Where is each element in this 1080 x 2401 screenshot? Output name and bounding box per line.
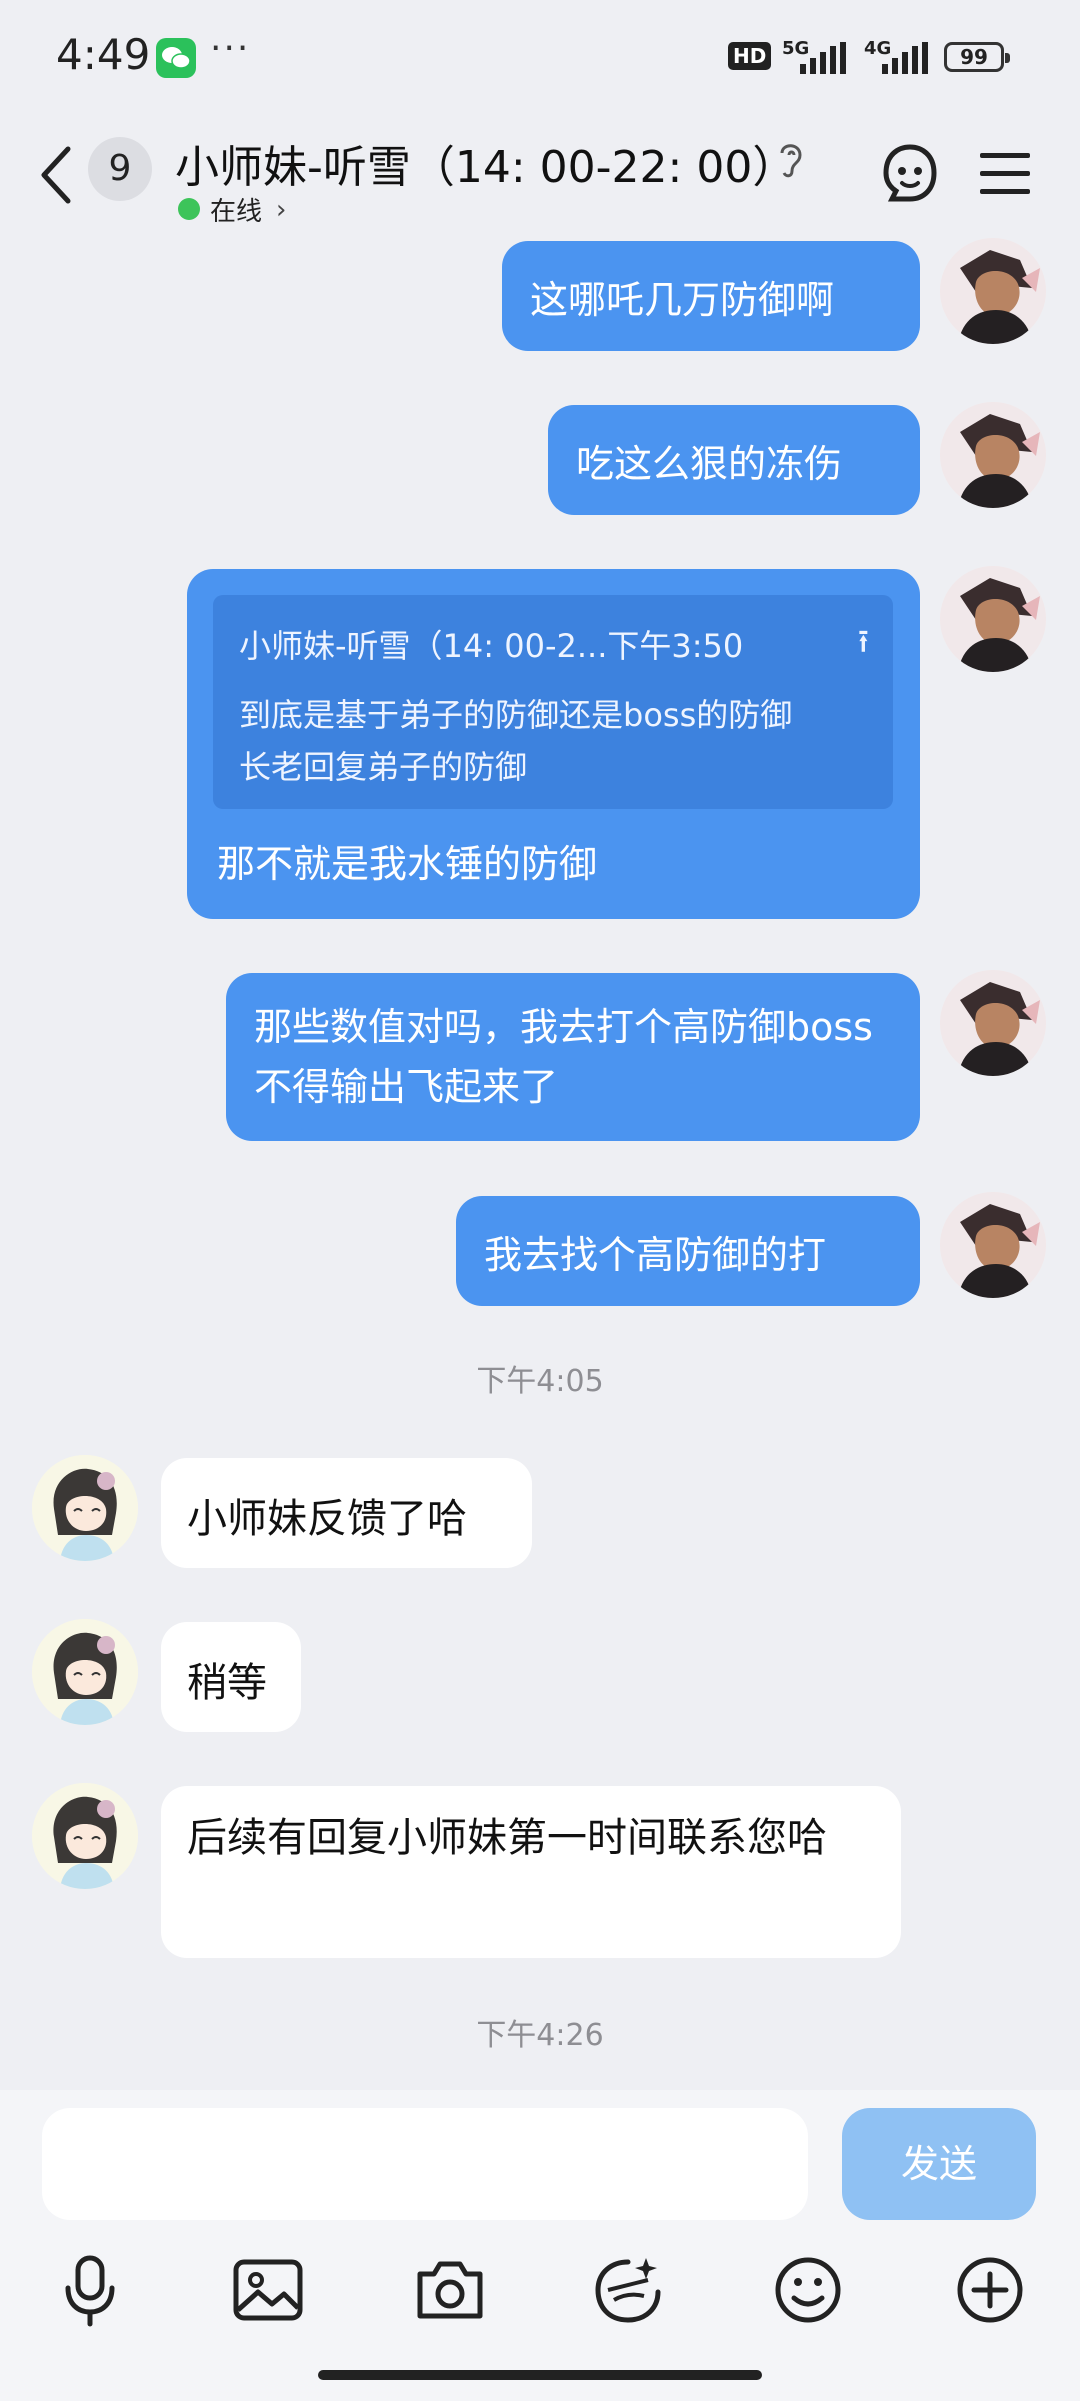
send-button[interactable]: 发送 — [842, 2108, 1036, 2220]
message-bubble-received[interactable]: 后续有回复小师妹第一时间联系您哈 — [161, 1786, 901, 1958]
my-avatar[interactable] — [940, 970, 1046, 1076]
magic-emoji-icon[interactable] — [588, 2250, 668, 2330]
chat-header: 9 小师妹-听雪（14: 00-22: 00） 在线 › — [0, 115, 1080, 240]
jump-to-quote-icon[interactable]: ⭱ — [858, 619, 869, 673]
quoted-message[interactable]: 小师妹-听雪（14: 00-2...下午3:50 ⭱ 到底是基于弟子的防御还是b… — [213, 595, 893, 809]
more-notifications-icon: ··· — [210, 28, 251, 69]
message-text: 那些数值对吗，我去打个高防御boss不得输出飞起来了 — [254, 1005, 873, 1109]
signal-icon — [800, 42, 846, 74]
quote-line: 长老回复弟子的防御 — [239, 748, 528, 786]
message-bubble-sent-with-quote[interactable]: 小师妹-听雪（14: 00-2...下午3:50 ⭱ 到底是基于弟子的防御还是b… — [187, 569, 920, 919]
battery-icon: 99 — [944, 42, 1010, 72]
message-bubble-received[interactable]: 小师妹反馈了哈 — [161, 1458, 532, 1568]
unread-count-badge[interactable]: 9 — [88, 137, 152, 201]
chevron-right-icon[interactable]: › — [276, 195, 286, 225]
camera-icon[interactable] — [410, 2250, 490, 2330]
quote-line: 到底是基于弟子的防御还是boss的防御 — [239, 696, 793, 734]
robot-assistant-icon[interactable] — [878, 141, 942, 205]
contact-avatar[interactable] — [32, 1783, 138, 1889]
online-status-dot — [178, 198, 200, 220]
message-text: 稍等 — [187, 1660, 267, 1706]
wechat-icon — [156, 38, 196, 78]
message-bubble-sent[interactable]: 那些数值对吗，我去打个高防御boss不得输出飞起来了 — [226, 973, 920, 1141]
message-text: 后续有回复小师妹第一时间联系您哈 — [187, 1815, 827, 1861]
my-avatar[interactable] — [940, 566, 1046, 672]
my-avatar[interactable] — [940, 402, 1046, 508]
back-arrow-icon[interactable] — [36, 145, 76, 205]
home-indicator[interactable] — [318, 2370, 762, 2380]
contact-avatar[interactable] — [32, 1619, 138, 1725]
status-bar: 4:49 ··· HD 5G 4G 99 — [0, 0, 1080, 115]
message-text: 那不就是我水锤的防御 — [217, 842, 598, 886]
my-avatar[interactable] — [940, 1192, 1046, 1298]
menu-icon[interactable] — [978, 151, 1032, 197]
image-gallery-icon[interactable] — [228, 2250, 308, 2330]
plus-more-icon[interactable] — [950, 2250, 1030, 2330]
contact-avatar[interactable] — [32, 1455, 138, 1561]
chat-title[interactable]: 小师妹-听雪（14: 00-22: 00） — [175, 131, 796, 195]
message-timestamp: 下午4:05 — [476, 1364, 604, 1399]
message-text: 这哪吒几万防御啊 — [530, 278, 835, 322]
my-avatar[interactable] — [940, 238, 1046, 344]
emoji-icon[interactable] — [768, 2250, 848, 2330]
message-input[interactable] — [42, 2108, 808, 2220]
microphone-icon[interactable] — [50, 2250, 130, 2330]
message-bubble-sent[interactable]: 这哪吒几万防御啊 — [502, 241, 920, 351]
message-text: 我去找个高防御的打 — [484, 1233, 827, 1277]
message-text: 小师妹反馈了哈 — [187, 1496, 467, 1542]
message-bubble-received[interactable]: 稍等 — [161, 1622, 301, 1732]
signal-icon-2 — [882, 42, 928, 74]
status-time: 4:49 — [56, 30, 151, 79]
message-text: 吃这么狠的冻伤 — [576, 442, 843, 486]
input-bar: 发送 — [0, 2090, 1080, 2401]
earpiece-mode-icon[interactable] — [774, 137, 808, 181]
hd-badge: HD — [728, 42, 772, 70]
message-bubble-sent[interactable]: 吃这么狠的冻伤 — [548, 405, 920, 515]
message-bubble-sent[interactable]: 我去找个高防御的打 — [456, 1196, 920, 1306]
message-timestamp: 下午4:26 — [476, 2018, 604, 2053]
quote-header: 小师妹-听雪（14: 00-2...下午3:50 — [239, 627, 744, 665]
online-status-label[interactable]: 在线 — [210, 191, 262, 228]
